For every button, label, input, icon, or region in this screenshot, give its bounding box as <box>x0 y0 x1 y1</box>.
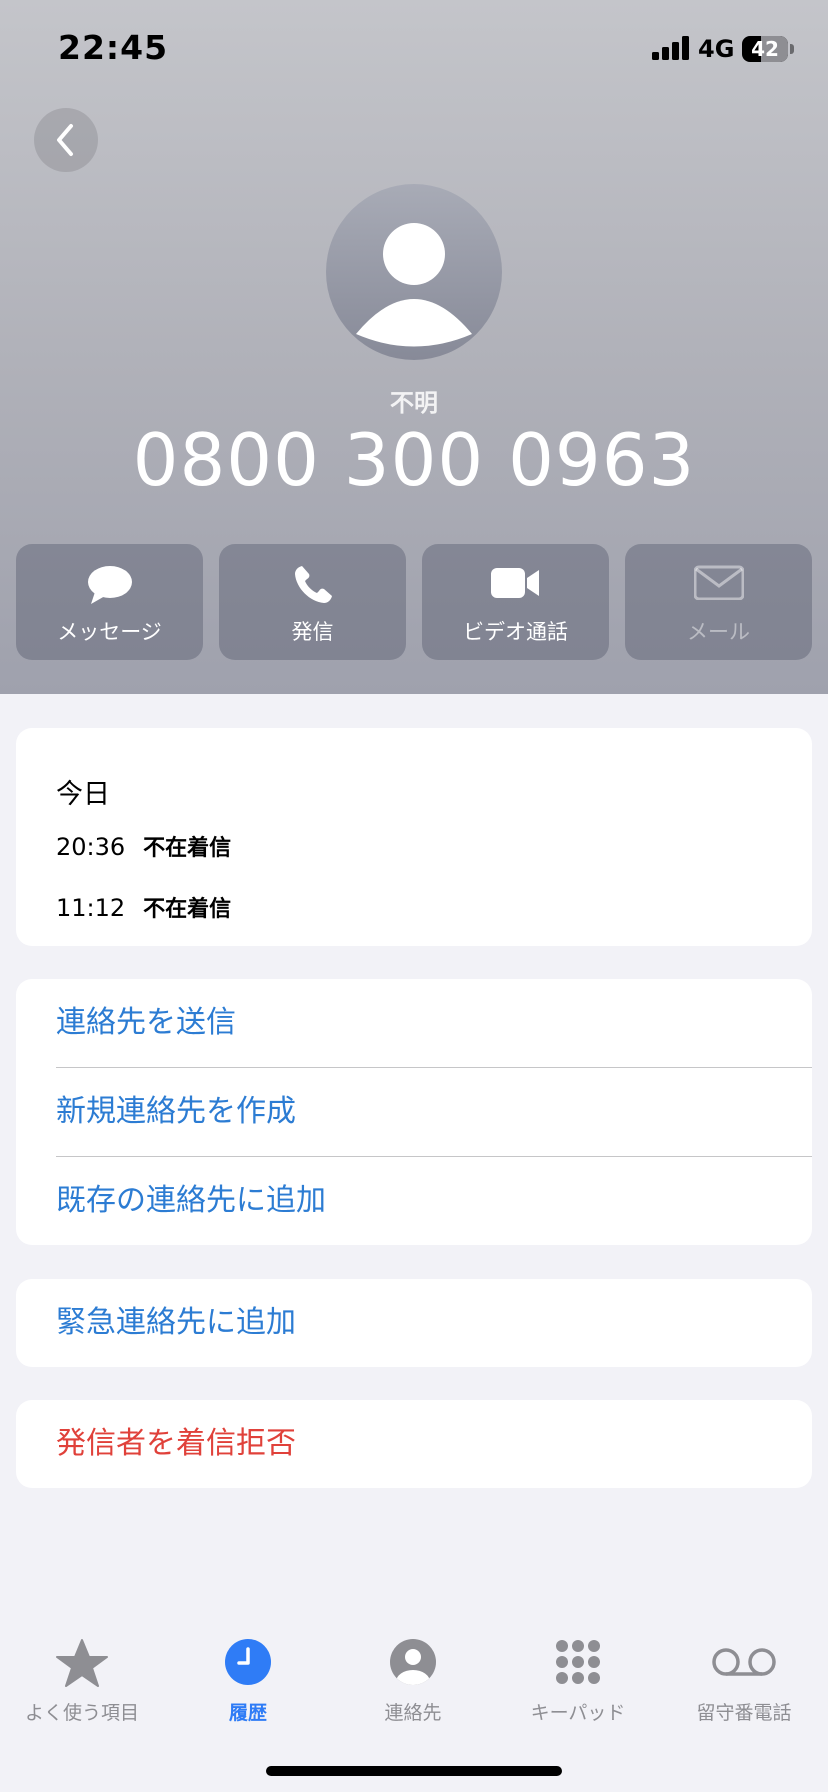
back-button[interactable] <box>34 108 98 172</box>
phone-number: 0800 300 0963 <box>132 418 696 502</box>
video-camera-icon <box>490 568 539 598</box>
network-type: 4G <box>698 35 735 63</box>
message-bubble-icon <box>87 566 132 604</box>
star-icon <box>56 1639 108 1687</box>
cellular-signal-icon <box>652 36 689 60</box>
add-emergency-contact-button[interactable]: 緊急連絡先に追加 <box>56 1279 812 1367</box>
message-button-label: メッセージ <box>57 620 162 644</box>
contact-header: 22:45 4G 42 不明 0800 300 0963 メッセージ 発信 ビデ… <box>0 0 828 694</box>
status-bar: 22:45 4G 42 <box>0 0 828 100</box>
call-history-date: 今日 <box>56 779 110 810</box>
battery-level: 42 <box>751 37 779 61</box>
video-call-button[interactable]: ビデオ通話 <box>422 544 609 660</box>
voicemail-icon <box>712 1648 776 1676</box>
person-circle-icon <box>390 1639 436 1685</box>
tab-bar: よく使う項目 履歴 連絡先 キーパッド 留守番電話 <box>0 1600 828 1792</box>
message-button[interactable]: メッセージ <box>16 544 203 660</box>
clock-icon <box>225 1639 271 1685</box>
tab-contacts-label: 連絡先 <box>384 1702 442 1724</box>
tab-favorites-label: よく使う項目 <box>24 1702 139 1724</box>
emergency-card: 緊急連絡先に追加 <box>16 1279 812 1367</box>
mail-button-label: メール <box>687 620 750 644</box>
tab-voicemail-label: 留守番電話 <box>696 1702 792 1724</box>
contact-label: 不明 <box>390 389 438 417</box>
call-kind: 不在着信 <box>143 836 232 861</box>
tab-favorites[interactable]: よく使う項目 <box>0 1638 164 1738</box>
call-time: 11:12 <box>56 894 126 922</box>
phone-icon <box>294 566 332 603</box>
tab-contacts[interactable]: 連絡先 <box>331 1638 495 1738</box>
mail-button[interactable]: メール <box>625 544 812 660</box>
call-history-row: 11:12 不在着信 <box>56 891 231 923</box>
call-button-label: 発信 <box>291 620 334 644</box>
contact-options-card: 連絡先を送信 新規連絡先を作成 既存の連絡先に追加 <box>16 979 812 1245</box>
create-new-contact-button[interactable]: 新規連絡先を作成 <box>56 1068 812 1156</box>
home-indicator <box>266 1766 562 1776</box>
battery-nub <box>790 44 794 54</box>
call-history-card: 今日 20:36 不在着信 11:12 不在着信 <box>16 728 812 946</box>
status-time: 22:45 <box>58 28 169 67</box>
add-to-existing-contact-button[interactable]: 既存の連絡先に追加 <box>56 1157 812 1245</box>
call-kind: 不在着信 <box>143 897 232 922</box>
tab-keypad-label: キーパッド <box>530 1702 626 1724</box>
tab-recents[interactable]: 履歴 <box>166 1638 330 1738</box>
block-caller-button[interactable]: 発信者を着信拒否 <box>56 1400 812 1488</box>
keypad-icon <box>556 1640 600 1684</box>
block-card: 発信者を着信拒否 <box>16 1400 812 1488</box>
tab-keypad[interactable]: キーパッド <box>496 1638 660 1738</box>
call-history-row: 20:36 不在着信 <box>56 830 231 862</box>
battery-icon: 42 <box>742 36 788 62</box>
chevron-left-icon <box>57 124 73 156</box>
share-contact-button[interactable]: 連絡先を送信 <box>56 979 812 1067</box>
envelope-icon <box>693 565 744 600</box>
tab-recents-label: 履歴 <box>228 1702 267 1724</box>
call-time: 20:36 <box>56 833 126 861</box>
call-button[interactable]: 発信 <box>219 544 406 660</box>
video-call-button-label: ビデオ通話 <box>463 620 568 644</box>
tab-voicemail[interactable]: 留守番電話 <box>662 1638 826 1738</box>
contact-avatar <box>326 184 502 360</box>
person-silhouette-icon <box>356 223 472 347</box>
